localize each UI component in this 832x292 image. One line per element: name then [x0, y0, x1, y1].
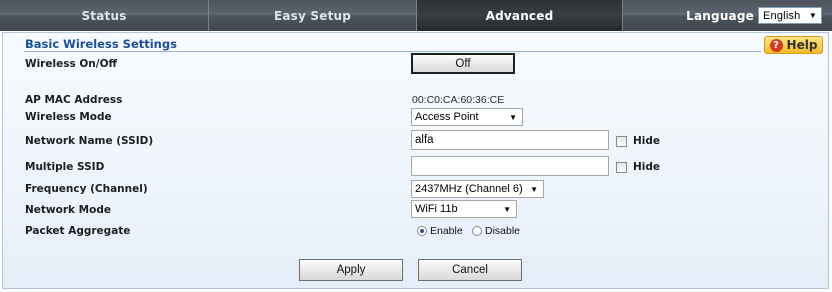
chevron-down-icon: ▼: [503, 204, 511, 214]
wireless-onoff-label: Wireless On/Off: [25, 58, 118, 70]
title-divider: [24, 51, 761, 52]
cancel-button[interactable]: Cancel: [418, 259, 522, 281]
wireless-toggle-label: Off: [455, 57, 471, 70]
wireless-mode-select[interactable]: Access Point ▼: [411, 108, 523, 126]
ssid-label: Network Name (SSID): [25, 135, 154, 147]
language-label: Language: [686, 8, 754, 23]
language-value: English: [763, 9, 801, 22]
tab-easy-setup[interactable]: Easy Setup: [209, 0, 417, 31]
disable-radio-label: Disable: [485, 225, 521, 237]
language-area: Language English ▼: [623, 0, 832, 31]
apply-button-label: Apply: [336, 264, 366, 276]
help-button[interactable]: ? Help: [764, 36, 823, 54]
network-mode-select[interactable]: WiFi 11b ▼: [411, 200, 517, 218]
multiple-ssid-input[interactable]: [411, 156, 609, 176]
tab-advanced[interactable]: Advanced: [417, 0, 623, 31]
language-select[interactable]: English ▼: [758, 7, 822, 24]
tab-advanced-label: Advanced: [485, 8, 554, 23]
chevron-down-icon: ▼: [808, 11, 817, 20]
network-mode-value: WiFi 11b: [415, 203, 458, 215]
wireless-mode-value: Access Point: [415, 111, 479, 123]
help-label: Help: [786, 38, 818, 52]
wireless-toggle-button[interactable]: Off: [411, 53, 515, 74]
ssid-hide-checkbox[interactable]: [616, 136, 627, 147]
packet-aggregate-label: Packet Aggregate: [25, 225, 131, 237]
section-title: Basic Wireless Settings: [25, 37, 177, 51]
ssid-hide-label: Hide: [633, 135, 661, 147]
enable-radio[interactable]: [417, 226, 427, 236]
cancel-button-label: Cancel: [452, 264, 488, 276]
network-mode-label: Network Mode: [25, 204, 111, 216]
question-icon: ?: [769, 38, 783, 52]
wireless-mode-label: Wireless Mode: [25, 111, 112, 123]
chevron-down-icon: ▼: [530, 184, 538, 194]
tab-easy-setup-label: Easy Setup: [273, 8, 352, 23]
ap-mac-value: 00:C0:CA:60:36:CE: [412, 94, 505, 106]
settings-panel: Basic Wireless Settings ? Help Wireless …: [2, 32, 829, 289]
disable-radio[interactable]: [472, 226, 482, 236]
multiple-ssid-hide-checkbox[interactable]: [616, 162, 627, 173]
enable-radio-label: Enable: [430, 225, 463, 237]
frequency-value: 2437MHz (Channel 6): [415, 183, 523, 195]
chevron-down-icon: ▼: [509, 112, 517, 122]
multiple-ssid-hide-label: Hide: [633, 161, 661, 173]
apply-button[interactable]: Apply: [299, 259, 403, 281]
tab-status[interactable]: Status: [0, 0, 209, 31]
frequency-select[interactable]: 2437MHz (Channel 6) ▼: [411, 180, 544, 198]
tab-status-label: Status: [81, 8, 127, 23]
top-navigation: Status Easy Setup Advanced Language Engl…: [0, 0, 832, 31]
frequency-label: Frequency (Channel): [25, 183, 148, 195]
ap-mac-label: AP MAC Address: [25, 94, 123, 106]
multiple-ssid-label: Multiple SSID: [25, 161, 105, 173]
ssid-input[interactable]: [411, 130, 609, 150]
